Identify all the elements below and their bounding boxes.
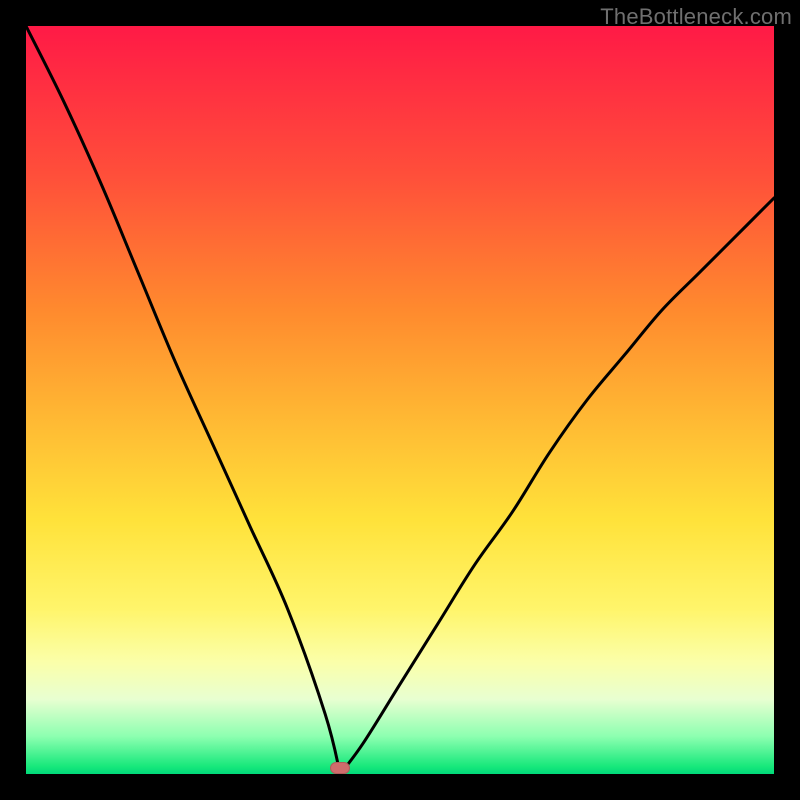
watermark-text: TheBottleneck.com — [600, 4, 792, 30]
plot-area — [26, 26, 774, 774]
bottleneck-curve — [26, 26, 774, 774]
curve-path — [26, 26, 774, 774]
chart-frame: TheBottleneck.com — [0, 0, 800, 800]
vertex-marker — [330, 762, 350, 774]
